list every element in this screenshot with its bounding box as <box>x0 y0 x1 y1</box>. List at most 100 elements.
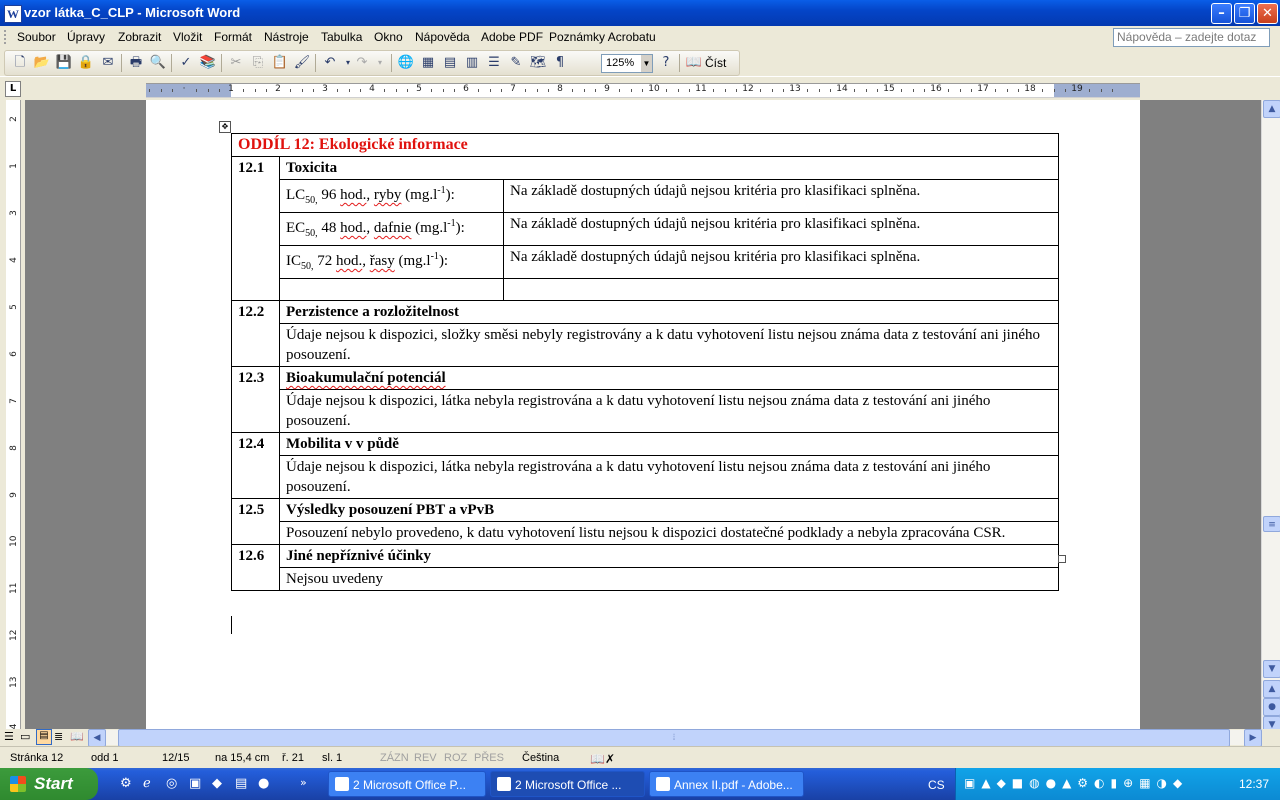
cut-icon[interactable]: ✂ <box>227 54 245 72</box>
menu-grip[interactable] <box>4 30 9 44</box>
spelling-status-icon[interactable]: 📖✗ <box>590 752 615 766</box>
permission-icon[interactable]: 🔒 <box>77 54 95 72</box>
taskbar-item-powerpoint[interactable]: 2 Microsoft Office P... <box>328 771 486 797</box>
normal-view-icon[interactable]: ☰ <box>4 730 14 743</box>
status-track-changes[interactable]: REV <box>414 752 437 764</box>
start-button[interactable]: Start <box>0 768 98 800</box>
format-painter-icon[interactable]: 🖌 <box>293 54 311 72</box>
ruler-number: 9 <box>604 84 610 94</box>
insert-excel-icon[interactable]: ▥ <box>463 54 481 72</box>
hscroll-thumb[interactable]: ⦙ <box>118 729 1230 747</box>
quicklaunch-icon[interactable]: ● <box>258 776 269 791</box>
menu-napoveda[interactable]: Nápověda <box>415 30 470 44</box>
scroll-right-button[interactable]: ▶ <box>1244 729 1262 747</box>
menu-nastroje[interactable]: Nástroje <box>264 30 309 44</box>
tab-selector[interactable]: L <box>5 81 21 97</box>
standard-toolbar: 🗋 📂 💾 🔒 ✉ 🖶 🔍 ✓ 📚 ✂ ⎘ 📋 🖌 ↶ ▾ ↷ ▾ 🌐 ▦ ▤ … <box>0 48 1280 76</box>
menu-vlozit[interactable]: Vložit <box>173 30 202 44</box>
status-language[interactable]: Čeština <box>522 752 559 764</box>
table-resize-handle[interactable] <box>1058 555 1066 563</box>
vertical-ruler[interactable]: 2134567891011121314 <box>6 100 21 750</box>
menu-okno[interactable]: Okno <box>374 30 403 44</box>
paste-icon[interactable]: 📋 <box>271 54 289 72</box>
print-preview-icon[interactable]: 🔍 <box>149 54 167 72</box>
ruler-tick <box>160 89 162 92</box>
copy-icon[interactable]: ⎘ <box>249 54 267 72</box>
web-view-icon[interactable]: ▭ <box>20 730 30 743</box>
menu-format[interactable]: Formát <box>214 30 252 44</box>
ie-icon[interactable]: ℯ <box>143 776 151 791</box>
previous-page-icon[interactable]: ▲ <box>1263 680 1280 698</box>
help-icon[interactable]: ? <box>657 54 675 72</box>
close-button[interactable]: ✕ <box>1257 3 1278 24</box>
label-part: IC <box>286 253 301 269</box>
new-document-icon[interactable]: 🗋 <box>11 54 29 72</box>
word-app-icon[interactable]: W <box>4 5 22 23</box>
redo-icon[interactable]: ↷ <box>353 54 371 72</box>
columns-icon[interactable]: ☰ <box>485 54 503 72</box>
research-icon[interactable]: 📚 <box>199 54 217 72</box>
chevron-down-icon[interactable]: ▼ <box>641 55 652 72</box>
open-folder-icon[interactable]: 📂 <box>33 54 51 72</box>
read-icon[interactable]: 📖 <box>685 54 703 72</box>
quicklaunch-icon[interactable]: ◎ <box>166 776 177 791</box>
tables-borders-icon[interactable]: ▦ <box>419 54 437 72</box>
status-overtype[interactable]: PŘES <box>474 752 504 764</box>
taskbar-item-word[interactable]: 2 Microsoft Office ... <box>490 771 645 797</box>
document-map-icon[interactable]: 🗺 <box>529 54 547 72</box>
menu-upravy[interactable]: Úpravy <box>67 30 105 44</box>
ruler-tick <box>1100 89 1102 92</box>
print-layout-view-icon[interactable]: ▤ <box>36 729 52 745</box>
menu-soubor[interactable]: Soubor <box>17 30 56 44</box>
quicklaunch-icon[interactable]: ⚙ <box>120 776 132 791</box>
quicklaunch-icon[interactable]: ▣ <box>189 776 201 791</box>
zoom-select[interactable]: 125% ▼ <box>601 54 653 73</box>
scroll-thumb[interactable]: ≡ <box>1263 516 1280 532</box>
help-search-input[interactable]: Nápověda – zadejte dotaz <box>1113 28 1270 47</box>
undo-icon[interactable]: ↶ <box>321 54 339 72</box>
minimize-button[interactable]: – <box>1211 3 1232 24</box>
save-icon[interactable]: 💾 <box>55 54 73 72</box>
taskbar-item-adobe[interactable]: Annex II.pdf - Adobe... <box>649 771 804 797</box>
language-indicator[interactable]: CS <box>928 778 945 792</box>
email-icon[interactable]: ✉ <box>99 54 117 72</box>
scroll-left-button[interactable]: ◀ <box>88 729 106 747</box>
label-sup: -1 <box>447 218 456 229</box>
horizontal-scrollbar[interactable]: ◀ ⦙ ▶ <box>88 729 1262 747</box>
insert-table-icon[interactable]: ▤ <box>441 54 459 72</box>
ruler-tick <box>336 89 338 92</box>
zoom-value: 125% <box>606 57 635 69</box>
menu-zobrazit[interactable]: Zobrazit <box>118 30 161 44</box>
drawing-icon[interactable]: ✎ <box>507 54 525 72</box>
menu-poznamky-acrobatu[interactable]: Poznámky Acrobatu <box>549 30 656 44</box>
menu-tabulka[interactable]: Tabulka <box>321 30 362 44</box>
ruler-tick <box>148 89 150 92</box>
read-button[interactable]: Číst <box>705 56 726 70</box>
scroll-down-button[interactable]: ▼ <box>1263 660 1280 678</box>
quicklaunch-icon[interactable]: ◆ <box>212 776 222 791</box>
print-icon[interactable]: 🖶 <box>127 54 145 72</box>
ruler-tick <box>736 89 738 92</box>
table-move-handle-icon[interactable]: ✥ <box>219 121 231 133</box>
select-browse-object-icon[interactable]: ● <box>1263 698 1280 716</box>
hyperlink-icon[interactable]: 🌐 <box>397 54 415 72</box>
window-title: vzor látka_C_CLP - Microsoft Word <box>24 5 241 20</box>
section-table: ODDÍL 12: Ekologické informace 12.1 Toxi… <box>231 133 1059 591</box>
show-more-icon[interactable]: » <box>300 776 307 789</box>
status-extend[interactable]: ROZ <box>444 752 467 764</box>
ruler-number: 4 <box>369 84 375 94</box>
outline-view-icon[interactable]: ≣ <box>54 730 63 743</box>
status-record-macro[interactable]: ZÁZN <box>380 752 409 764</box>
quicklaunch-icon[interactable]: ▤ <box>235 776 247 791</box>
menu-adobe-pdf[interactable]: Adobe PDF <box>481 30 543 44</box>
document-page[interactable]: ODDÍL 12: Ekologické informace 12.1 Toxi… <box>146 100 1140 730</box>
tray-icons[interactable]: ▣▲◆■◍●▲⚙◐▮⊕▦◑◆ <box>964 776 1188 790</box>
horizontal-ruler[interactable]: 1·12345678910111213141516171819 <box>146 83 1140 98</box>
redo-dropdown-icon[interactable]: ▾ <box>371 54 389 72</box>
reading-view-icon[interactable]: 📖 <box>70 730 84 743</box>
restore-button[interactable]: ❐ <box>1234 3 1255 24</box>
spelling-icon[interactable]: ✓ <box>177 54 195 72</box>
show-hide-icon[interactable]: ¶ <box>551 54 569 72</box>
vertical-scrollbar[interactable]: ▲ ≡ ▼ ▲ ● ▼ <box>1261 100 1280 746</box>
scroll-up-button[interactable]: ▲ <box>1263 100 1280 118</box>
